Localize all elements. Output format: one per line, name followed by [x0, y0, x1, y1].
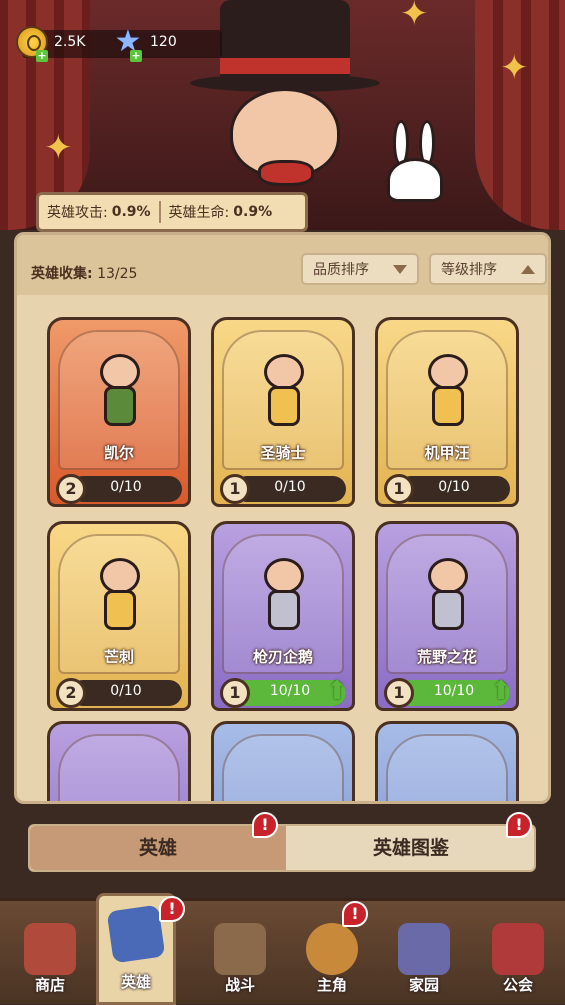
hero-card[interactable]: 芒刺 2 0/10: [47, 521, 191, 711]
hero-name: 圣骑士: [260, 444, 306, 462]
nav-guild[interactable]: 公会: [478, 911, 558, 1005]
hero-cards-icon: [106, 904, 166, 964]
hero-portrait: [90, 558, 150, 634]
sort-quality-button[interactable]: 品质排序: [301, 253, 419, 285]
nav-home-label: 家园: [408, 976, 439, 994]
coin-amount: 2.5K: [54, 34, 86, 50]
hero-portrait: [254, 354, 314, 430]
hero-level-badge: 2: [56, 474, 86, 504]
hero-card[interactable]: 机甲汪 1 0/10: [375, 317, 519, 507]
hero-name: 芒刺: [103, 648, 134, 666]
gem-counter[interactable]: ★ + 120: [112, 26, 177, 62]
hero-card[interactable]: 圣骑士 1 0/10: [211, 317, 355, 507]
hero-level-badge: 1: [384, 474, 414, 504]
nav-heroes-label: 英雄: [120, 973, 151, 991]
hero-portrait: [90, 354, 150, 430]
hero-card[interactable]: 凯尔 2 0/10: [47, 317, 191, 507]
progress-text: 0/10: [110, 683, 142, 699]
collection-count: 英雄收集: 13/25: [31, 263, 137, 283]
collection-label: 英雄收集:: [31, 266, 93, 282]
hero-portrait: [254, 558, 314, 634]
hero-level-badge: 2: [56, 678, 86, 708]
tab-heroes[interactable]: 英雄: [30, 826, 286, 870]
chevron-up-icon: [521, 265, 535, 274]
divider: [158, 201, 161, 223]
guild-banner-icon: [492, 923, 544, 975]
hero-card[interactable]: 荒野之花 1 10/10 ⬆: [375, 521, 519, 711]
hero-card[interactable]: [375, 721, 519, 801]
alert-icon: !: [159, 896, 185, 922]
upgrade-arrow-icon[interactable]: ⬆: [324, 676, 350, 706]
hero-shard-progress: 0/10: [70, 476, 182, 502]
hp-buff-label: 英雄生命:: [168, 205, 230, 221]
hero-card[interactable]: [211, 721, 355, 801]
swords-icon: [214, 923, 266, 975]
hero-card[interactable]: 枪刃企鹅 1 10/10 ⬆: [211, 521, 355, 711]
bottom-navigation: 商店 英雄 ! 战斗 主角 ! 家园 公会: [0, 893, 565, 1005]
hero-name: 枪刃企鹅: [252, 648, 313, 666]
hero-name: 荒野之花: [416, 648, 477, 666]
hero-tabs: 英雄 英雄图鉴 ! !: [28, 812, 536, 872]
castle-icon: [398, 923, 450, 975]
nav-protagonist-label: 主角: [316, 976, 347, 994]
bunny-illustration: [385, 120, 445, 202]
gem-amount: 120: [150, 34, 177, 50]
hero-shard-progress: 0/10: [70, 680, 182, 706]
sort-quality-label: 品质排序: [313, 262, 369, 278]
nav-shop[interactable]: 商店: [10, 911, 90, 1005]
sort-level-label: 等级排序: [441, 262, 497, 278]
shop-icon: [24, 923, 76, 975]
hero-level-badge: 1: [220, 678, 250, 708]
hero-card[interactable]: [47, 721, 191, 801]
add-coins-icon[interactable]: +: [36, 50, 48, 62]
progress-text: 0/10: [110, 479, 142, 495]
nav-guild-label: 公会: [502, 976, 533, 994]
owl-icon: [306, 923, 358, 975]
alert-icon: !: [342, 901, 368, 927]
nav-battle[interactable]: 战斗: [200, 911, 280, 1005]
nav-protagonist[interactable]: 主角 !: [292, 901, 372, 1005]
nav-home[interactable]: 家园: [384, 911, 464, 1005]
hero-name: 机甲汪: [424, 444, 470, 462]
hero-shard-progress: 0/10: [398, 476, 510, 502]
alert-icon: !: [252, 812, 278, 838]
nav-heroes[interactable]: 英雄 !: [96, 893, 185, 1005]
hp-buff-value: 0.9%: [233, 204, 273, 220]
curtain-right: [475, 0, 565, 230]
hero-shard-progress: 0/10: [234, 476, 346, 502]
hero-collection-panel: 英雄收集: 13/25 品质排序 等级排序 凯尔 2 0/10 圣骑士 1 0/10 机甲汪…: [14, 232, 551, 804]
hero-level-badge: 1: [384, 678, 414, 708]
sort-level-button[interactable]: 等级排序: [429, 253, 547, 285]
tab-hero-codex[interactable]: 英雄图鉴: [286, 826, 536, 870]
collection-value: 13/25: [97, 266, 138, 282]
hero-portrait: [418, 558, 478, 634]
upgrade-arrow-icon[interactable]: ⬆: [488, 676, 514, 706]
nav-battle-label: 战斗: [224, 976, 255, 994]
add-gems-icon[interactable]: +: [130, 50, 142, 62]
hero-level-badge: 1: [220, 474, 250, 504]
progress-text: 0/10: [438, 479, 470, 495]
attack-buff-value: 0.9%: [111, 204, 151, 220]
coin-counter[interactable]: + 2.5K: [16, 26, 86, 62]
hero-portrait: [418, 354, 478, 430]
bowtie: [258, 160, 314, 186]
hero-buff-bar: 英雄攻击: 0.9% 英雄生命: 0.9%: [36, 192, 308, 232]
hero-name: 凯尔: [103, 444, 134, 462]
chevron-down-icon: [393, 265, 407, 274]
alert-icon: !: [506, 812, 532, 838]
star-decoration-icon: ✦: [500, 48, 529, 88]
nav-shop-label: 商店: [34, 976, 65, 994]
attack-buff-label: 英雄攻击:: [47, 205, 108, 221]
progress-text: 0/10: [274, 479, 306, 495]
star-decoration-icon: ✦: [44, 128, 73, 168]
